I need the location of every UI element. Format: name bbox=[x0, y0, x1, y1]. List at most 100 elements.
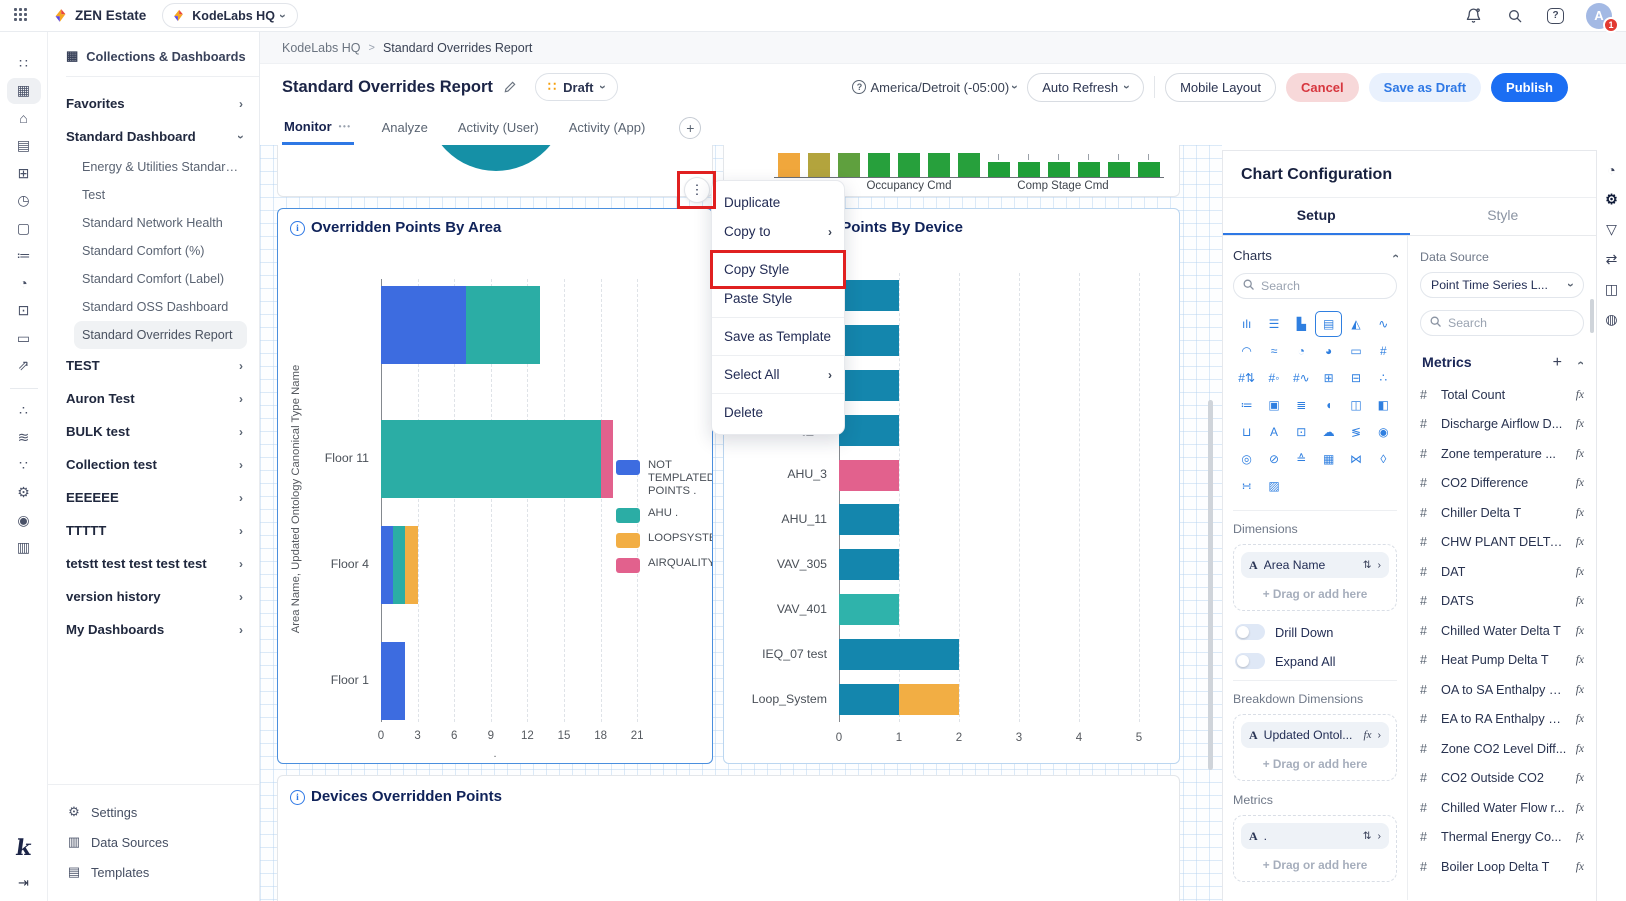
sidebar-item-standard-network-health[interactable]: Standard Network Health bbox=[74, 209, 247, 237]
breadcrumb-root[interactable]: KodeLabs HQ bbox=[282, 41, 361, 55]
menu-item-select-all[interactable]: Select All› bbox=[712, 360, 844, 389]
notifications-bell-icon[interactable] bbox=[1463, 6, 1483, 26]
sidebar-group-version-history[interactable]: version history› bbox=[66, 580, 251, 613]
metric-item-heat-pump-delta-t[interactable]: #Heat Pump Delta Tfx bbox=[1420, 646, 1584, 676]
horizontal-bar-chart-icon[interactable]: ▤ bbox=[1315, 311, 1342, 337]
layers-icon[interactable]: ≋ bbox=[7, 425, 41, 451]
doc-sync-icon[interactable]: ⇄ bbox=[1606, 251, 1618, 268]
calendar-tasks-icon[interactable]: ⊡ bbox=[7, 298, 41, 324]
metric-item-thermal-energy-co[interactable]: #Thermal Energy Co...fx bbox=[1420, 823, 1584, 853]
text-widget-icon[interactable]: ≣ bbox=[1288, 392, 1315, 418]
timer-icon[interactable]: ◷ bbox=[7, 188, 41, 214]
sidebar-group-eeeeee[interactable]: EEEEEE› bbox=[66, 481, 251, 514]
map-widget-icon[interactable]: ▨ bbox=[1260, 473, 1287, 499]
metric-item-ea-to-ra-enthalpy-d[interactable]: #EA to RA Enthalpy D...fx bbox=[1420, 705, 1584, 735]
formula-icon[interactable]: fx bbox=[1576, 625, 1584, 637]
bar-segment[interactable] bbox=[839, 325, 899, 356]
config-tab-style[interactable]: Style bbox=[1410, 198, 1597, 235]
chevron-right-icon[interactable]: › bbox=[1378, 729, 1382, 741]
canvas-scrollbar[interactable] bbox=[1208, 400, 1213, 770]
filter-icon[interactable]: ▽ bbox=[1606, 221, 1617, 238]
sidebar-item-standard-comfort-label[interactable]: Standard Comfort (Label) bbox=[74, 265, 247, 293]
tab-analyze[interactable]: Analyze bbox=[380, 112, 430, 143]
bar-segment[interactable] bbox=[466, 286, 539, 364]
sidebar-group-collection-test[interactable]: Collection test› bbox=[66, 448, 251, 481]
join-icon[interactable]: ⋈ bbox=[1342, 446, 1369, 472]
bar-segment[interactable] bbox=[839, 594, 899, 625]
bar-segment[interactable] bbox=[839, 549, 899, 580]
number-sort-icon[interactable]: #⇅ bbox=[1233, 365, 1260, 391]
add-metric-icon[interactable]: + bbox=[1553, 354, 1562, 372]
reference-book-icon[interactable]: ◫ bbox=[1605, 281, 1618, 298]
avatar[interactable]: A 1 bbox=[1586, 3, 1612, 29]
bar-segment[interactable] bbox=[839, 280, 899, 311]
flow-icon[interactable]: ∺ bbox=[1233, 473, 1260, 499]
formula-icon[interactable]: fx bbox=[1576, 743, 1584, 755]
sidebar-item-standard-comfort[interactable]: Standard Comfort (%) bbox=[74, 237, 247, 265]
bar-segment[interactable] bbox=[381, 526, 393, 604]
number-icon[interactable]: # bbox=[1370, 338, 1397, 364]
bar-segment[interactable] bbox=[839, 370, 899, 401]
weather-icon[interactable]: ☁ bbox=[1315, 419, 1342, 445]
bar-segment[interactable] bbox=[405, 526, 417, 604]
legend-item[interactable]: LOOPSYSTEM . bbox=[616, 532, 713, 548]
metric-item-oa-to-sa-enthalpy-d[interactable]: #OA to SA Enthalpy D...fx bbox=[1420, 675, 1584, 705]
menu-item-copy-style[interactable]: Copy Style bbox=[712, 255, 844, 284]
settings-icon[interactable]: ⚙ bbox=[1605, 191, 1618, 208]
checklist-icon[interactable]: ≔ bbox=[7, 243, 41, 269]
metric-item-chilled-water-delta-t[interactable]: #Chilled Water Delta Tfx bbox=[1420, 616, 1584, 646]
formula-icon[interactable]: fx bbox=[1576, 831, 1584, 843]
automation-icon[interactable]: ⚙ bbox=[7, 480, 41, 506]
metric-item-co2-outside-co2[interactable]: #CO2 Outside CO2fx bbox=[1420, 764, 1584, 794]
auto-refresh-dropdown[interactable]: Auto Refresh › bbox=[1027, 73, 1144, 102]
sidebar-group-auron-test[interactable]: Auron Test› bbox=[66, 382, 251, 415]
legend-item[interactable]: AIRQUALITY . bbox=[616, 557, 713, 573]
sidebar-header[interactable]: ▦ Collections & Dashboards bbox=[48, 32, 259, 76]
number-trend-icon[interactable]: #∿ bbox=[1288, 365, 1315, 391]
toggle-switch[interactable] bbox=[1235, 624, 1265, 640]
metric-item-co2-difference[interactable]: #CO2 Differencefx bbox=[1420, 469, 1584, 499]
chevron-right-icon[interactable]: › bbox=[1378, 559, 1382, 571]
chart-panel-devices-overridden-points[interactable]: i Devices Overridden Points bbox=[277, 775, 1180, 901]
formula-icon[interactable]: fx bbox=[1576, 507, 1584, 519]
sidebar-group-my-dashboards[interactable]: My Dashboards› bbox=[66, 613, 251, 646]
broadcast-icon[interactable]: ◉ bbox=[7, 507, 41, 533]
progress-icon[interactable]: ≔ bbox=[1233, 392, 1260, 418]
formula-icon[interactable]: fx bbox=[1576, 861, 1584, 873]
clipboard-check-icon[interactable]: ▤ bbox=[7, 133, 41, 159]
compare-icon[interactable]: ≶ bbox=[1342, 419, 1369, 445]
trend-icon[interactable]: ⇗ bbox=[7, 353, 41, 379]
report-pie-icon[interactable]: ◔ bbox=[7, 270, 41, 296]
cancel-button[interactable]: Cancel bbox=[1286, 73, 1359, 102]
donut-chart-icon[interactable]: ◕ bbox=[1315, 338, 1342, 364]
sidebar-footer-templates[interactable]: ▤Templates bbox=[66, 857, 259, 887]
expand-sidebar-icon[interactable]: ⇥ bbox=[18, 875, 29, 891]
menu-item-paste-style[interactable]: Paste Style bbox=[712, 284, 844, 313]
formula-icon[interactable]: fx bbox=[1576, 418, 1584, 430]
building-insights-icon[interactable]: ⌂ bbox=[7, 105, 41, 131]
histogram-icon[interactable]: ◭ bbox=[1342, 311, 1369, 337]
metric-item-discharge-airflow-d[interactable]: #Discharge Airflow D...fx bbox=[1420, 410, 1584, 440]
edit-pencil-icon[interactable] bbox=[503, 80, 517, 94]
metrics-dropzone[interactable]: A.⇅› + Drag or add here bbox=[1233, 815, 1397, 882]
sidebar-item-standard-oss-dashboard[interactable]: Standard OSS Dashboard bbox=[74, 293, 247, 321]
formula-icon[interactable]: fx bbox=[1576, 684, 1584, 696]
chevron-up-icon[interactable]: › bbox=[1573, 361, 1587, 365]
formula-icon[interactable]: fx bbox=[1576, 566, 1584, 578]
dashboards-icon[interactable]: ▦ bbox=[7, 78, 41, 104]
sidebar-footer-settings[interactable]: ⚙Settings bbox=[66, 797, 259, 827]
sidebar-footer-data-sources[interactable]: ▥Data Sources bbox=[66, 827, 259, 857]
apps-icon[interactable]: ∷ bbox=[7, 50, 41, 76]
target-icon[interactable]: ◎ bbox=[1233, 446, 1260, 472]
document-check-icon[interactable]: ▢ bbox=[7, 215, 41, 241]
org-switcher[interactable]: KodeLabs HQ › bbox=[162, 3, 298, 28]
integrations-icon[interactable]: ∴ bbox=[7, 397, 41, 423]
tab-activity-user[interactable]: Activity (User) bbox=[456, 112, 541, 143]
legend-item[interactable]: AHU . bbox=[616, 507, 713, 523]
pivot-table-icon[interactable]: ⊟ bbox=[1342, 365, 1369, 391]
metric-item-total-count[interactable]: #Total Countfx bbox=[1420, 380, 1584, 410]
bar-segment[interactable] bbox=[839, 504, 899, 535]
config-tab-setup[interactable]: Setup bbox=[1223, 198, 1410, 235]
image-widget-icon[interactable]: ▣ bbox=[1260, 392, 1287, 418]
formula-icon[interactable]: fx bbox=[1576, 448, 1584, 460]
